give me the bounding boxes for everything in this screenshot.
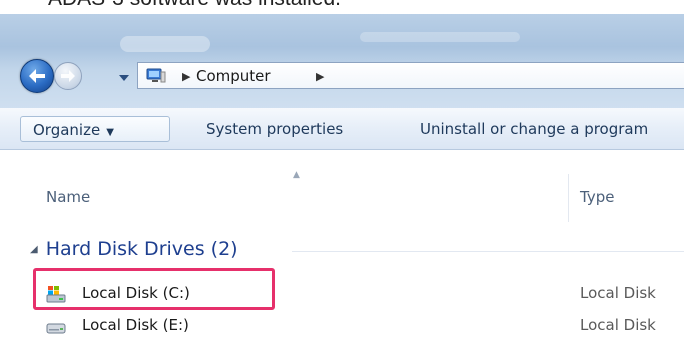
title-bar: ▶ Computer ▶ — [0, 14, 684, 108]
command-bar: Organize ▼ System properties Uninstall or… — [0, 108, 684, 150]
drive-type: Local Disk — [580, 284, 656, 302]
caption-text: ADAS-3 software was installed. — [48, 0, 341, 11]
organize-label: Organize — [33, 121, 101, 139]
back-arrow-icon — [29, 69, 45, 83]
caption-strip: ADAS-3 software was installed. — [0, 0, 684, 14]
explorer-window: ▶ Computer ▶ Organize ▼ System properties… — [0, 14, 684, 334]
sort-up-icon: ▲ — [293, 170, 300, 180]
uninstall-program-button[interactable]: Uninstall or change a program — [420, 116, 648, 142]
column-divider[interactable] — [568, 174, 569, 222]
breadcrumb-separator-icon[interactable]: ▶ — [182, 70, 190, 83]
computer-icon — [146, 68, 166, 83]
recent-pages-dropdown-icon[interactable] — [118, 73, 130, 83]
breadcrumb-computer[interactable]: Computer — [196, 67, 271, 85]
column-header-name[interactable]: Name — [46, 188, 90, 206]
file-list: ▲ Name Type ◢ Hard Disk Drives (2) Local … — [0, 150, 684, 334]
chevron-down-icon: ▼ — [106, 127, 114, 138]
column-headers: ▲ Name Type — [0, 150, 684, 222]
organize-button[interactable]: Organize ▼ — [20, 116, 170, 142]
collapse-triangle-icon[interactable]: ◢ — [30, 244, 38, 255]
drive-name: Local Disk (E:) — [82, 316, 189, 334]
forward-button[interactable] — [54, 62, 82, 90]
system-properties-button[interactable]: System properties — [206, 116, 343, 142]
breadcrumb-separator-icon[interactable]: ▶ — [316, 70, 324, 83]
list-item-drive-e[interactable]: Local Disk (E:) Local Disk — [0, 310, 684, 340]
group-title: Hard Disk Drives (2) — [45, 238, 238, 260]
highlight-annotation — [33, 268, 275, 310]
drive-type: Local Disk — [580, 316, 656, 334]
column-header-type[interactable]: Type — [580, 188, 614, 206]
address-bar[interactable]: ▶ Computer ▶ — [137, 62, 684, 89]
drive-icon — [46, 323, 66, 334]
forward-arrow-icon — [61, 70, 75, 82]
group-header-hard-disk-drives[interactable]: ◢ Hard Disk Drives (2) — [30, 238, 238, 260]
back-button[interactable] — [20, 59, 54, 93]
group-divider — [292, 251, 684, 252]
